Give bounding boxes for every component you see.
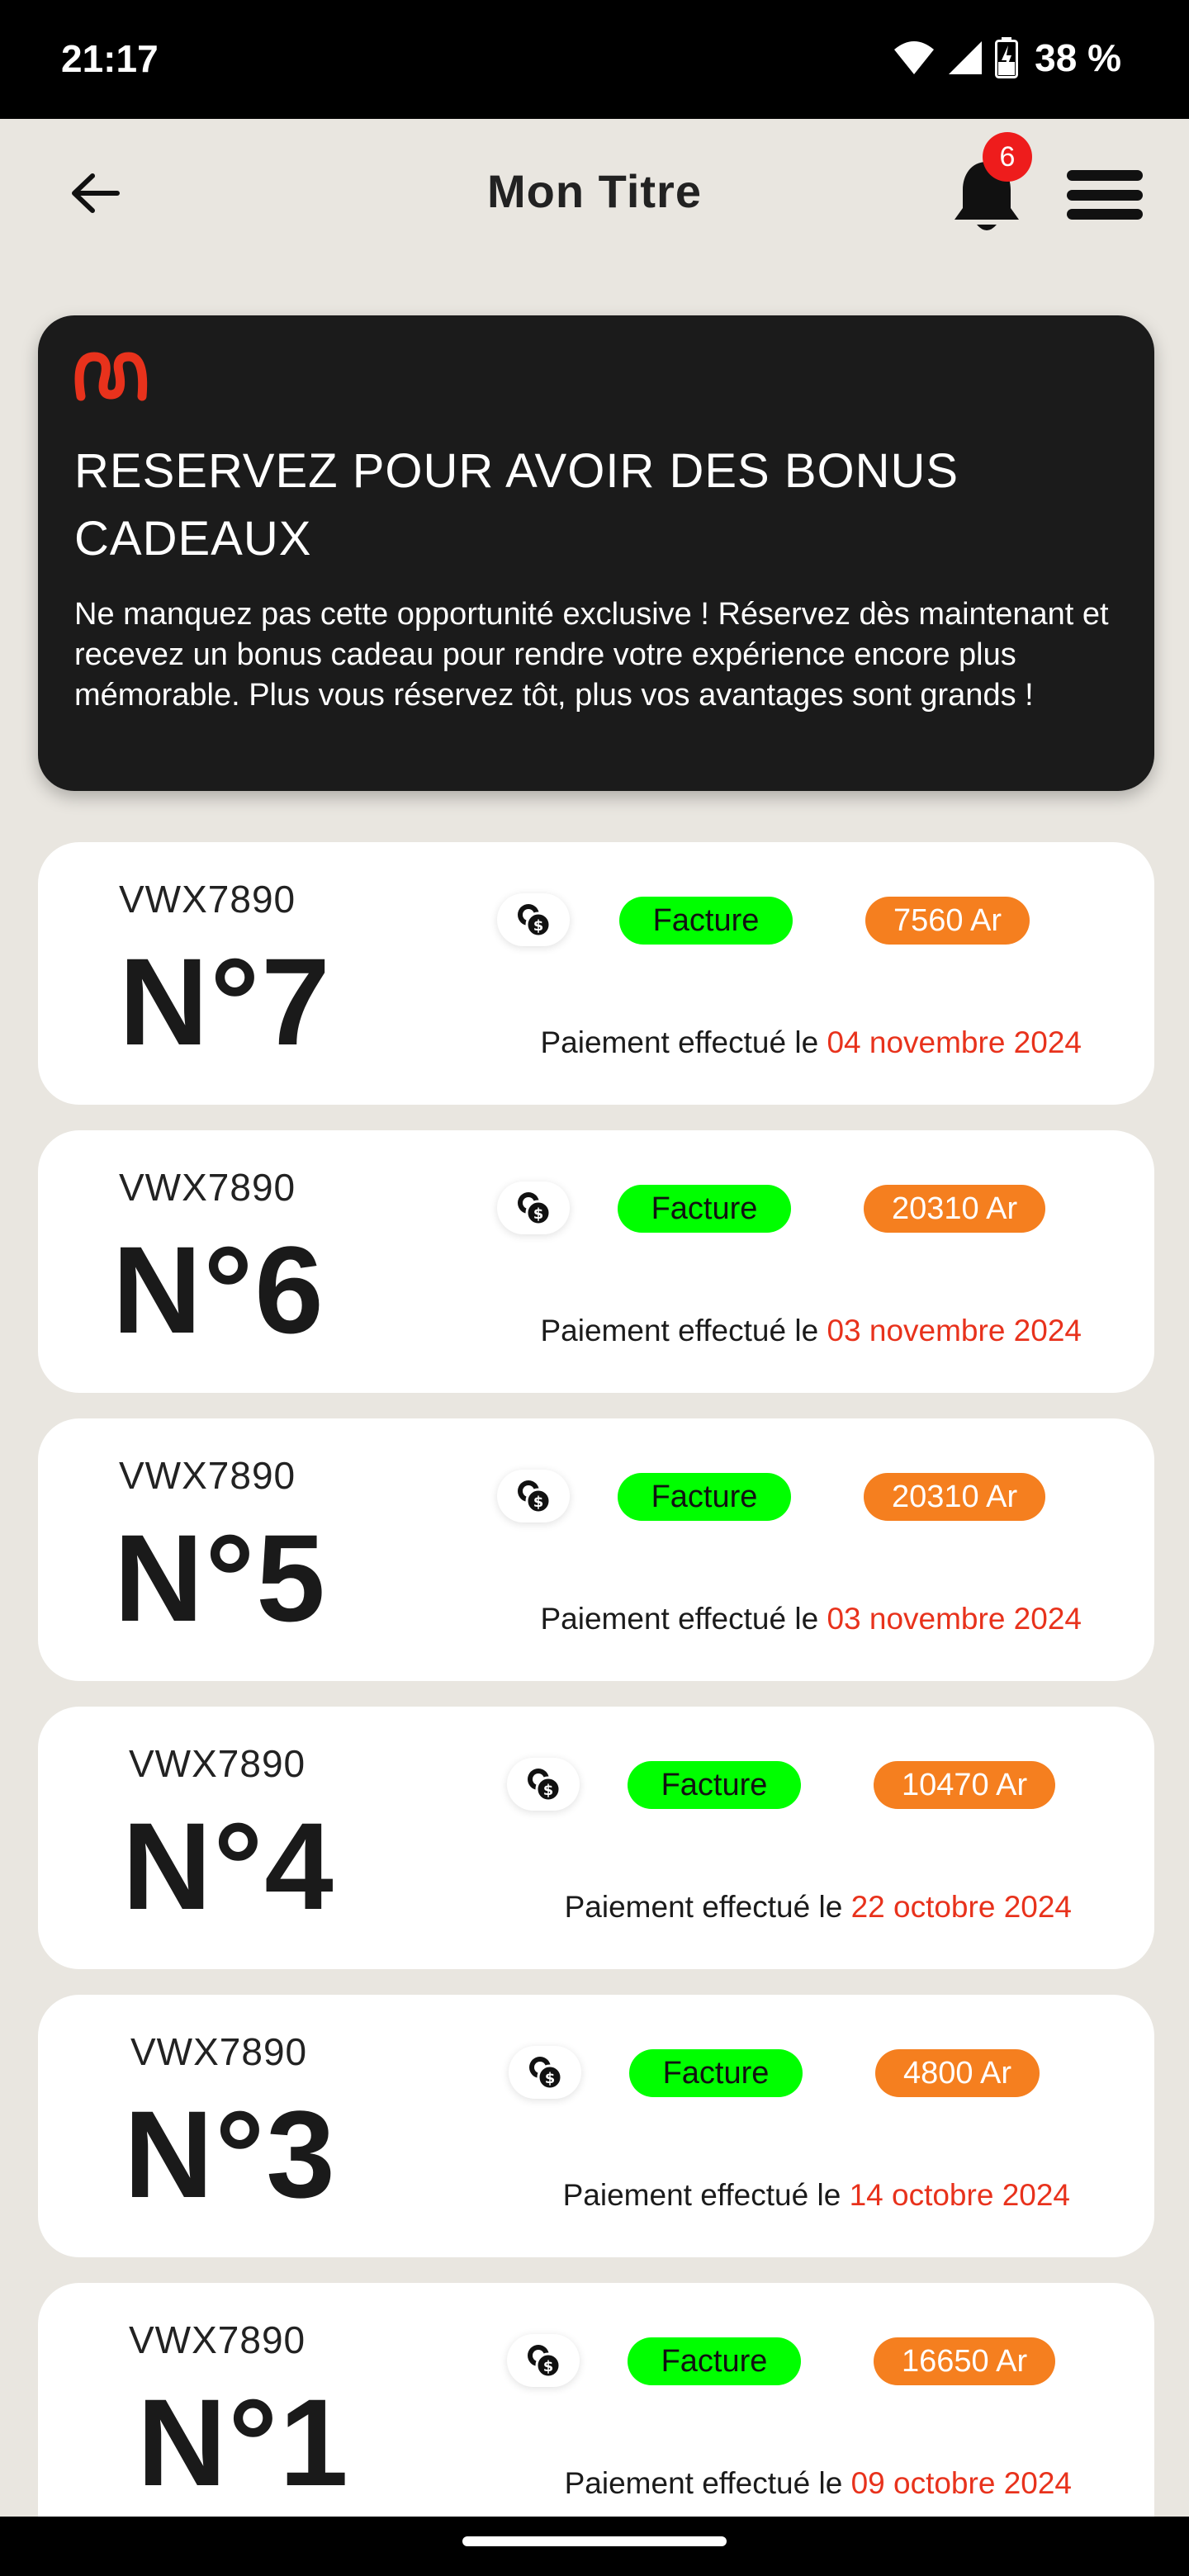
hamburger-line [1067,189,1143,201]
payment-label: Paiement effectué le [564,2466,843,2500]
payment-info: Paiement effectué le 03 novembre 2024 [541,1602,1082,1636]
amount-badge: 20310 Ar [864,1473,1046,1521]
ticket-number: N°1 [137,2373,350,2512]
coins-icon: $ [507,1758,580,1811]
ticket-card[interactable]: VWX7890 N°6 $ Facture 20310 Ar Paiement … [38,1130,1154,1393]
cellular-signal-icon [949,41,983,74]
notification-badge: 6 [983,132,1032,182]
ticket-ref: VWX7890 [130,2030,308,2073]
ticket-ref: VWX7890 [129,1742,306,1785]
hamburger-line [1067,209,1143,220]
svg-text:$: $ [543,2358,554,2375]
status-indicators: 38 % [893,33,1121,83]
coins-icon: $ [497,1470,570,1522]
payment-label: Paiement effectué le [540,1314,819,1347]
status-time: 21:17 [61,37,159,80]
payment-info: Paiement effectué le 09 octobre 2024 [565,2466,1072,2501]
payment-date: 22 octobre 2024 [850,1890,1072,1924]
payment-label: Paiement effectué le [540,1602,819,1636]
svg-text:$: $ [533,1494,544,1511]
amount-badge: 4800 Ar [875,2049,1040,2097]
payment-info: Paiement effectué le 03 novembre 2024 [541,1314,1082,1348]
payment-date: 03 novembre 2024 [827,1314,1082,1347]
payment-date: 03 novembre 2024 [827,1602,1082,1636]
invoice-badge[interactable]: Facture [618,1473,791,1521]
ticket-card[interactable]: VWX7890 N°7 $ Facture 7560 Ar Paiement e… [38,842,1154,1105]
payment-date: 04 novembre 2024 [827,1025,1082,1059]
payment-info: Paiement effectué le 04 novembre 2024 [541,1025,1082,1060]
amount-badge: 20310 Ar [864,1185,1046,1233]
battery-percent: 38 % [1035,36,1121,79]
invoice-badge[interactable]: Facture [628,2337,801,2385]
amount-badge: 10470 Ar [874,1761,1056,1809]
payment-label: Paiement effectué le [564,1890,843,1924]
invoice-badge[interactable]: Facture [618,1185,791,1233]
home-gesture-handle[interactable] [462,2536,727,2546]
svg-text:$: $ [533,917,544,935]
coins-icon: $ [497,1181,570,1234]
amount-badge: 16650 Ar [874,2337,1056,2385]
coins-icon: $ [497,893,570,946]
ticket-card[interactable]: VWX7890 N°5 $ Facture 20310 Ar Paiement … [38,1418,1154,1681]
payment-label: Paiement effectué le [540,1025,819,1059]
invoice-badge[interactable]: Facture [629,2049,803,2097]
ticket-card[interactable]: VWX7890 N°4 $ Facture 10470 Ar Paiement … [38,1707,1154,1969]
svg-text:$: $ [545,2070,556,2087]
ticket-ref: VWX7890 [129,2318,306,2361]
coins-icon: $ [509,2046,581,2099]
payment-info: Paiement effectué le 14 octobre 2024 [563,2178,1070,2213]
ticket-number: N°5 [114,1508,327,1647]
hamburger-menu-icon [1067,170,1143,181]
payment-date: 09 octobre 2024 [850,2466,1072,2500]
ticket-ref: VWX7890 [119,878,296,921]
promo-headline: RESERVEZ POUR AVOIR DES BONUS CADEAUX [74,444,959,566]
system-nav-bar [0,2517,1189,2576]
ticket-number: N°4 [122,1797,335,1935]
payment-label: Paiement effectué le [562,2178,841,2212]
ticket-number: N°7 [119,932,332,1071]
svg-text:$: $ [543,1782,554,1799]
ticket-card[interactable]: VWX7890 N°3 $ Facture 4800 Ar Paiement e… [38,1995,1154,2257]
invoice-badge[interactable]: Facture [628,1761,801,1809]
promo-body: Ne manquez pas cette opportunité exclusi… [74,597,1109,713]
ticket-number: N°6 [112,1220,325,1359]
ticket-number: N°3 [124,2085,337,2223]
invoice-badge[interactable]: Facture [619,897,793,945]
wifi-icon [894,41,935,74]
ticket-ref: VWX7890 [119,1454,296,1497]
svg-text:$: $ [533,1205,544,1223]
status-bar: 21:17 38 % [0,0,1189,119]
payment-info: Paiement effectué le 22 octobre 2024 [565,1890,1072,1925]
amount-badge: 7560 Ar [865,897,1030,945]
brand-logo [74,352,148,401]
promo-banner[interactable]: RESERVEZ POUR AVOIR DES BONUS CADEAUX Ne… [38,315,1154,791]
ticket-ref: VWX7890 [119,1166,296,1209]
battery-icon [995,37,1019,78]
payment-date: 14 octobre 2024 [849,2178,1070,2212]
menu-button[interactable] [1065,162,1144,228]
coins-icon: $ [507,2334,580,2387]
ticket-card[interactable]: VWX7890 N°1 $ Facture 16650 Ar Paiement … [38,2283,1154,2517]
